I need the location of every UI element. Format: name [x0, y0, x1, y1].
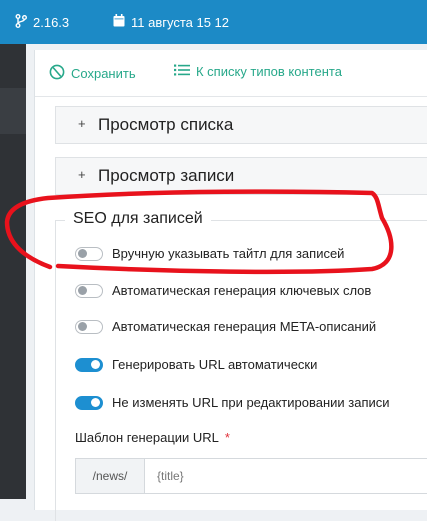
content-types-list-button[interactable]: К списку типов контента	[174, 64, 342, 79]
list-icon	[174, 64, 190, 79]
option-keep-url: Не изменять URL при редактировании запис…	[75, 395, 390, 410]
auto-meta-toggle[interactable]	[75, 319, 103, 334]
calendar-icon	[113, 14, 125, 30]
auto-url-toggle[interactable]	[75, 357, 103, 372]
top-bar: 2.16.3 11 августа 15 12	[0, 0, 427, 44]
option-label: Не изменять URL при редактировании запис…	[112, 395, 390, 410]
save-button[interactable]: Сохранить	[49, 64, 136, 83]
auto-keywords-toggle[interactable]	[75, 283, 103, 298]
url-template-input[interactable]	[145, 459, 427, 493]
left-sidebar-edge	[0, 44, 26, 499]
save-icon	[49, 64, 65, 83]
url-template-group: /news/	[75, 458, 427, 494]
option-label: Автоматическая генерация META-описаний	[112, 319, 377, 334]
content-panel: Сохранить К списку типов контента + Прос…	[34, 50, 427, 521]
seo-legend: SEO для записей	[65, 210, 211, 228]
option-auto-keywords: Автоматическая генерация ключевых слов	[75, 283, 371, 298]
version-info: 2.16.3	[15, 14, 69, 31]
date-text: 11 августа 15 12	[131, 14, 230, 30]
option-auto-meta: Автоматическая генерация META-описаний	[75, 319, 376, 334]
accordion-list-view[interactable]: + Просмотр списка	[55, 106, 427, 144]
url-prefix-addon: /news/	[76, 459, 145, 493]
url-template-label-text: Шаблон генерации URL	[75, 430, 219, 445]
save-label: Сохранить	[71, 66, 136, 81]
option-label: Генерировать URL автоматически	[112, 357, 318, 372]
plus-icon: +	[78, 167, 86, 182]
list-label: К списку типов контента	[196, 64, 342, 79]
plus-icon: +	[78, 116, 86, 131]
accordion-label: Просмотр записи	[98, 166, 235, 185]
sidebar-fold	[0, 88, 26, 134]
version-text: 2.16.3	[33, 15, 70, 30]
keep-url-toggle[interactable]	[75, 395, 103, 410]
option-manual-title: Вручную указывать тайтл для записей	[75, 246, 344, 261]
option-label: Вручную указывать тайтл для записей	[112, 246, 345, 261]
manual-title-toggle[interactable]	[75, 246, 103, 261]
date-info: 11 августа 15 12	[113, 14, 229, 30]
option-label: Автоматическая генерация ключевых слов	[112, 283, 372, 298]
required-mark: *	[224, 430, 230, 445]
accordion-record-view[interactable]: + Просмотр записи	[55, 157, 427, 195]
git-branch-icon	[15, 14, 27, 31]
accordion-label: Просмотр списка	[98, 115, 234, 134]
url-template-label: Шаблон генерации URL *	[75, 430, 230, 445]
toolbar: Сохранить К списку типов контента	[35, 50, 427, 97]
option-auto-url: Генерировать URL автоматически	[75, 357, 317, 372]
